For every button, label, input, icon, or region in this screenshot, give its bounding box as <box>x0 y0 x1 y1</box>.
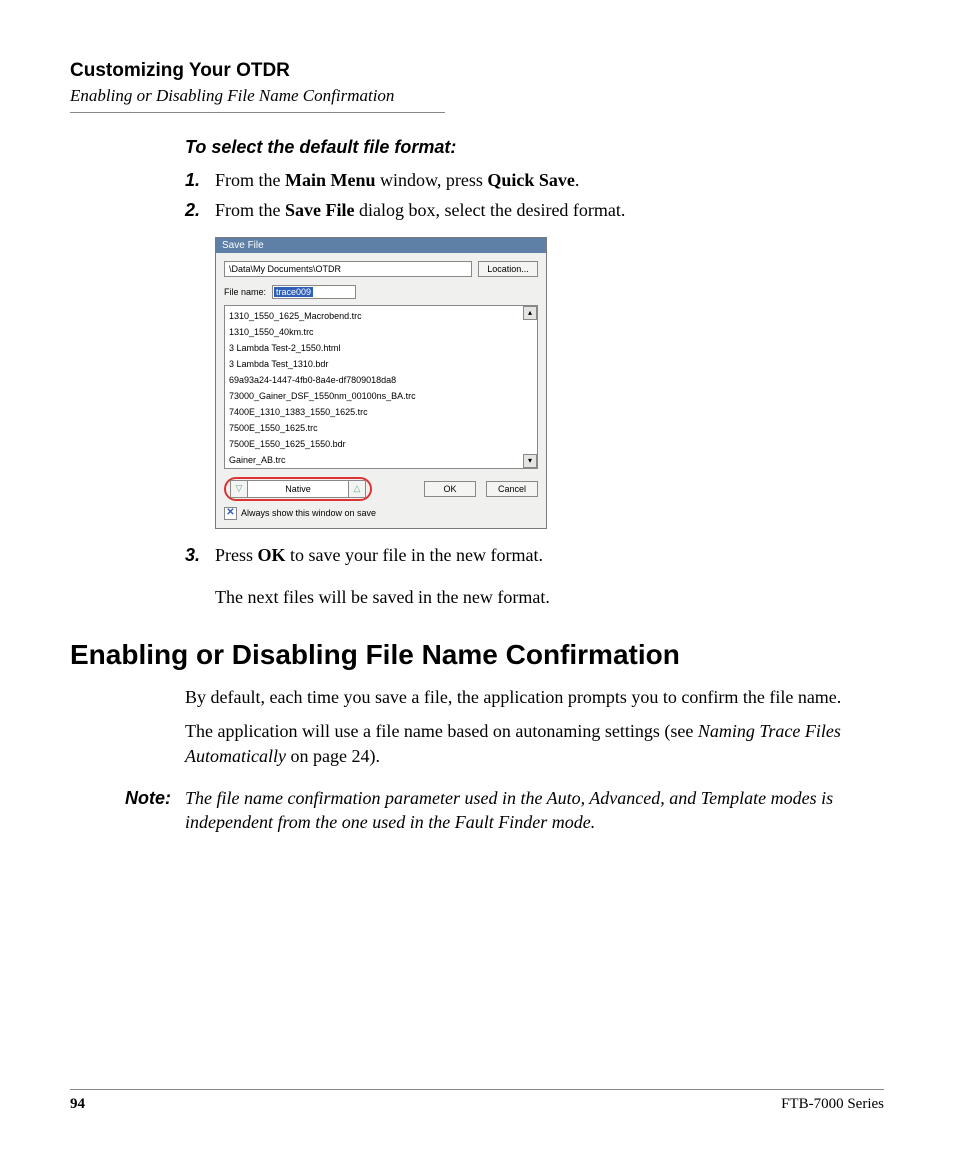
note-label: Note: <box>115 786 185 835</box>
format-selector-highlight: ▽ Native △ <box>224 477 372 501</box>
filename-input[interactable]: trace009 <box>272 285 356 299</box>
step-number: 3. <box>185 543 215 610</box>
path-input[interactable]: \Data\My Documents\OTDR <box>224 261 472 277</box>
list-item[interactable]: 69a93a24-1447-4fb0-8a4e-df7809018da8 <box>229 372 521 388</box>
format-next-button[interactable]: △ <box>348 480 366 498</box>
save-file-dialog: Save File \Data\My Documents\OTDR Locati… <box>215 237 547 529</box>
list-item[interactable]: Gainer_AB.trc <box>229 452 521 468</box>
text: dialog box, select the desired format. <box>355 200 626 220</box>
bold: Quick Save <box>487 170 575 190</box>
text: From the <box>215 170 285 190</box>
step-2: 2. From the Save File dialog box, select… <box>185 198 884 222</box>
dialog-titlebar: Save File <box>216 238 546 253</box>
ok-button[interactable]: OK <box>424 481 476 497</box>
section-heading: Enabling or Disabling File Name Confirma… <box>70 639 884 671</box>
running-section-title: Enabling or Disabling File Name Confirma… <box>70 86 884 106</box>
step-1: 1. From the Main Menu window, press Quic… <box>185 168 884 192</box>
text: The next files will be saved in the new … <box>215 585 550 609</box>
text: . <box>575 170 580 190</box>
list-item[interactable]: 3 Lambda Test-2_1550.html <box>229 340 521 356</box>
text: window, press <box>376 170 488 190</box>
text: to save your file in the new format. <box>286 545 543 565</box>
list-item[interactable]: 7400E_1310_1383_1550_1625.trc <box>229 404 521 420</box>
bold: OK <box>258 545 286 565</box>
filename-label: File name: <box>224 287 266 297</box>
procedure-title: To select the default file format: <box>185 137 884 158</box>
filename-value: trace009 <box>274 287 313 297</box>
series-label: FTB-7000 Series <box>781 1096 884 1113</box>
bold: Main Menu <box>285 170 376 190</box>
format-prev-button[interactable]: ▽ <box>230 480 248 498</box>
paragraph: By default, each time you save a file, t… <box>185 685 884 709</box>
text: The application will use a file name bas… <box>185 721 698 741</box>
step-number: 2. <box>185 198 215 222</box>
step-number: 1. <box>185 168 215 192</box>
scroll-down-button[interactable]: ▾ <box>523 454 537 468</box>
list-item[interactable]: 73000_Gainer_DSF_1550nm_00100ns_BA.trc <box>229 388 521 404</box>
location-button[interactable]: Location... <box>478 261 538 277</box>
header-rule <box>70 112 445 113</box>
cancel-button[interactable]: Cancel <box>486 481 538 497</box>
list-item[interactable]: 3 Lambda Test_1310.bdr <box>229 356 521 372</box>
page-number: 94 <box>70 1096 85 1113</box>
note-body: The file name confirmation parameter use… <box>185 786 884 835</box>
scroll-up-button[interactable]: ▴ <box>523 306 537 320</box>
bold: Save File <box>285 200 355 220</box>
list-item[interactable]: 7500E_1550_1625.trc <box>229 420 521 436</box>
file-list[interactable]: ▴ 1310_1550_1625_Macrobend.trc 1310_1550… <box>224 305 538 469</box>
text: Press <box>215 545 258 565</box>
paragraph: The application will use a file name bas… <box>185 719 884 768</box>
step-3: 3. Press OK to save your file in the new… <box>185 543 884 610</box>
list-item[interactable]: 1310_1550_1625_Macrobend.trc <box>229 308 521 324</box>
format-field[interactable]: Native <box>248 480 348 498</box>
always-show-label: Always show this window on save <box>241 508 376 518</box>
note: Note: The file name confirmation paramet… <box>115 786 884 835</box>
list-item[interactable]: 7500E_1550_1625_1550.bdr <box>229 436 521 452</box>
always-show-checkbox[interactable]: ✕ <box>224 507 237 520</box>
list-item[interactable]: 1310_1550_40km.trc <box>229 324 521 340</box>
text: From the <box>215 200 285 220</box>
chapter-title: Customizing Your OTDR <box>70 60 884 82</box>
page-footer: 94 FTB-7000 Series <box>70 1089 884 1113</box>
text: on page 24). <box>286 746 380 766</box>
